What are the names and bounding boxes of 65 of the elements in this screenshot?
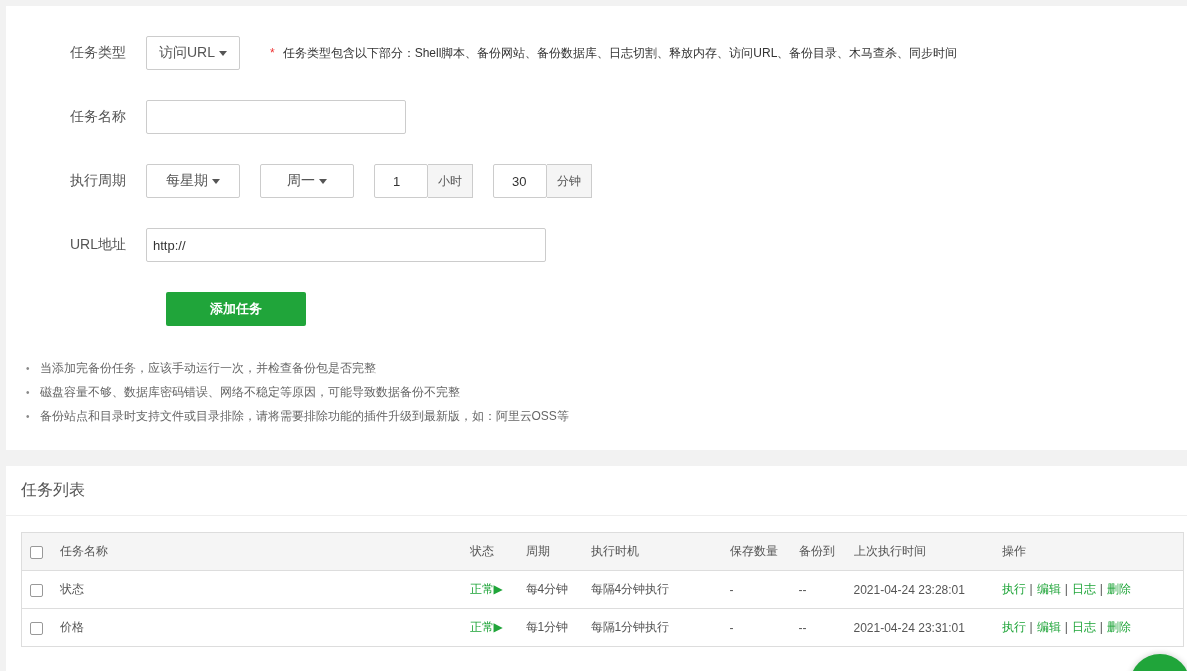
action-link[interactable]: 删除 <box>1106 620 1131 634</box>
table-cell: 状态 <box>59 582 84 596</box>
column-header: 备份到 <box>790 532 846 571</box>
action-link[interactable]: 删除 <box>1106 582 1131 596</box>
table-cell: 2021-04-24 23:31:01 <box>853 620 965 635</box>
table-cell: -- <box>798 582 807 597</box>
table-cell: 每4分钟 <box>525 582 569 596</box>
bullet: • <box>26 386 30 398</box>
status-text: 正常▶ <box>469 620 503 634</box>
field-label: 任务类型 <box>69 44 127 62</box>
separator: | <box>1099 620 1103 634</box>
field-label: 执行周期 <box>69 172 127 190</box>
note-item: 备份站点和目录时支持文件或目录排除，请将需要排除功能的插件升级到最新版，如：阿里云OSS等 <box>39 408 569 424</box>
field-label: 任务名称 <box>69 108 127 126</box>
table-cell: -- <box>798 620 807 635</box>
action-link[interactable]: 执行 <box>1001 582 1026 596</box>
period-select[interactable]: 周一 <box>260 164 354 198</box>
note-item: 当添加完备份任务，应该手动运行一次，并检查备份包是否完整 <box>39 360 376 376</box>
table-cell: 每隔1分钟执行 <box>590 620 670 634</box>
field-label: URL地址 <box>69 236 127 254</box>
note-item: 磁盘容量不够、数据库密码错误、网络不稳定等原因，可能导致数据备份不完整 <box>39 384 460 400</box>
table-cell: 2021-04-24 23:28:01 <box>853 582 965 597</box>
caret-icon <box>219 50 227 56</box>
task-type-select[interactable]: 访问URL <box>146 36 240 70</box>
row-checkbox[interactable] <box>30 621 43 635</box>
status-text: 正常▶ <box>469 582 503 596</box>
table-cell: 每1分钟 <box>525 620 569 634</box>
separator: | <box>1099 582 1103 596</box>
required-mark: * <box>270 46 275 60</box>
bullet: • <box>26 362 30 374</box>
unit-addon: 小时 <box>428 164 473 198</box>
time-input[interactable]: 30 <box>493 164 547 198</box>
task-name-input[interactable] <box>146 100 406 134</box>
time-input[interactable]: 1 <box>374 164 428 198</box>
unit-addon: 分钟 <box>547 164 592 198</box>
column-header: 执行时机 <box>582 532 722 571</box>
column-header: 周期 <box>517 532 583 571</box>
period-select[interactable]: 每星期 <box>146 164 240 198</box>
table-cell: 价格 <box>59 620 84 634</box>
separator: | <box>1029 620 1033 634</box>
action-link[interactable]: 执行 <box>1001 620 1026 634</box>
column-header: 保存数量 <box>721 532 791 571</box>
table-cell: 每隔4分钟执行 <box>590 582 670 596</box>
action-link[interactable]: 编辑 <box>1036 620 1061 634</box>
action-link[interactable]: 日志 <box>1071 582 1096 596</box>
task-type-note: 任务类型包含以下部分：Shell脚本、备份网站、备份数据库、日志切割、释放内存、访问URL、备份目录、木马查杀、同步时间 <box>282 44 958 62</box>
select-all-checkbox[interactable] <box>30 545 43 559</box>
separator: | <box>1064 582 1068 596</box>
action-link[interactable]: 日志 <box>1071 620 1096 634</box>
column-header: 状态 <box>461 532 518 571</box>
table-cell: - <box>729 582 734 597</box>
column-header: 上次执行时间 <box>845 532 994 571</box>
panel-title: 任务列表 <box>21 480 85 500</box>
add-task-button[interactable]: 添加任务 <box>166 292 306 326</box>
caret-icon <box>212 178 220 184</box>
url-input[interactable]: http:// <box>146 228 546 262</box>
separator: | <box>1064 620 1068 634</box>
separator: | <box>1029 582 1033 596</box>
bullet: • <box>26 410 30 422</box>
action-link[interactable]: 编辑 <box>1036 582 1061 596</box>
row-checkbox[interactable] <box>30 583 43 597</box>
table-cell: - <box>729 620 734 635</box>
column-header: 操作 <box>993 532 1184 571</box>
column-header: 任务名称 <box>51 532 462 571</box>
caret-icon <box>319 178 327 184</box>
